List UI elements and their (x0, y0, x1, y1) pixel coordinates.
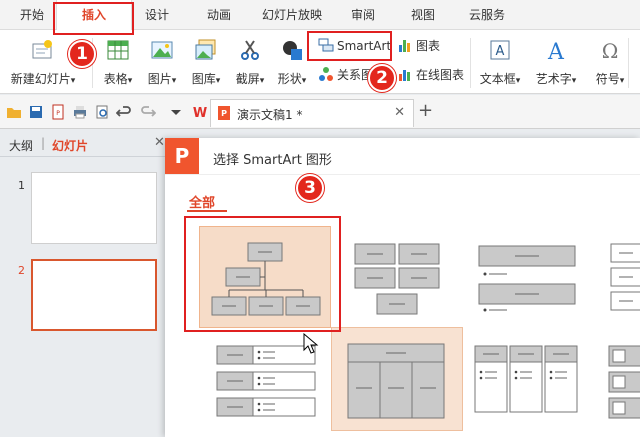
tab-home[interactable]: 开始 (10, 0, 54, 30)
dropdown-arrow-icon: ▾ (70, 76, 76, 86)
mouse-pointer-icon (303, 333, 319, 354)
table-label: 表格 (103, 72, 128, 86)
save-icon[interactable] (28, 104, 44, 120)
online-chart-icon (399, 70, 410, 81)
new-slide-icon (32, 40, 52, 59)
symbol-button[interactable]: Ω 符号▾ (590, 36, 630, 90)
smartart-checkbox-list[interactable] (607, 342, 640, 422)
svg-text:Ω: Ω (602, 39, 619, 62)
online-chart-label: 在线图表 (416, 68, 465, 82)
shapes-label: 形状 (277, 72, 302, 86)
column-list-thumbnail (474, 345, 578, 413)
svg-text:P: P (56, 110, 60, 117)
bar-chart-icon (399, 40, 410, 52)
dropdown-arrow-icon: ▾ (301, 76, 307, 86)
dropdown-arrow-icon: ▾ (571, 76, 577, 86)
slide-number: 1 (18, 179, 25, 192)
textbox-button[interactable]: A 文本框▾ (480, 36, 520, 90)
open-folder-icon[interactable] (6, 104, 22, 120)
print-icon[interactable] (72, 104, 88, 120)
shapes-icon (283, 41, 302, 60)
table-hierarchy-thumbnail (347, 343, 445, 419)
smartart-stacked-list[interactable] (475, 242, 579, 316)
screenshot-label: 截屏 (235, 72, 260, 86)
svg-text:A: A (547, 40, 565, 62)
textbox-icon: A (490, 40, 510, 60)
relation-diagram-button[interactable]: 关系图 (318, 64, 373, 86)
smartart-block-grid[interactable] (349, 238, 445, 318)
tab-review[interactable]: 审阅 (340, 0, 386, 30)
stacked-list-thumbnail (478, 245, 576, 312)
dropdown-arrow-icon: ▾ (515, 76, 521, 86)
tab-view[interactable]: 视图 (400, 0, 446, 30)
svg-text:A: A (496, 44, 505, 59)
annotation-frame-smartart (307, 31, 392, 61)
slide-thumbnail-selected[interactable] (31, 259, 157, 331)
gallery-icon (195, 39, 216, 60)
symbol-label: 符号 (595, 72, 620, 86)
new-slide-button[interactable]: 新建幻灯片▾ (11, 36, 75, 90)
wps-logo-icon[interactable]: W (192, 104, 208, 120)
export-pdf-icon[interactable]: P (50, 104, 66, 120)
picture-icon (151, 41, 173, 59)
print-preview-icon[interactable] (94, 104, 110, 120)
tab-cloud-service[interactable]: 云服务 (462, 0, 512, 30)
customize-dropdown-icon[interactable] (168, 104, 184, 120)
step-badge-3: 3 (296, 174, 324, 202)
shapes-button[interactable]: 形状▾ (272, 36, 312, 90)
slide-panel: 大纲 | 幻灯片 ✕ 1 2 (0, 130, 168, 437)
wordart-button[interactable]: A 艺术字▾ (535, 36, 577, 90)
document-tab-name: 演示文稿1 * (237, 108, 303, 122)
wps-presentation-logo-icon: P (165, 138, 199, 174)
wordart-icon: A (547, 40, 565, 62)
tab-design[interactable]: 设计 (134, 0, 180, 30)
svg-text:P: P (221, 109, 227, 118)
block-grid-thumbnail (354, 243, 440, 315)
scissors-icon (241, 40, 259, 60)
annotation-frame-insert-tab (53, 2, 134, 35)
svg-text:W: W (193, 106, 207, 120)
presentation-file-icon: P (218, 106, 230, 120)
online-chart-button[interactable]: 在线图表 (397, 64, 464, 86)
tab-slides[interactable]: 幻灯片 (52, 137, 88, 154)
new-slide-label: 新建幻灯片 (10, 72, 71, 86)
tab-animation[interactable]: 动画 (196, 0, 242, 30)
new-tab-icon[interactable]: + (418, 100, 433, 121)
undo-icon[interactable] (116, 104, 132, 120)
smartart-table-hierarchy[interactable] (331, 327, 463, 431)
slide-thumbnail[interactable] (31, 172, 157, 244)
checkbox-list-thumbnail (608, 345, 640, 419)
quick-access-bar: P W P 演示文稿1 * ✕ + (0, 95, 640, 129)
dropdown-arrow-icon: ▾ (619, 76, 625, 86)
relation-diagram-icon (319, 67, 333, 81)
wordart-label: 艺术字 (535, 72, 572, 86)
step-badge-1: 1 (68, 40, 96, 68)
omega-icon: Ω (602, 39, 619, 62)
redo-icon[interactable] (140, 104, 156, 120)
gallery-label: 图库 (191, 72, 216, 86)
document-tab[interactable]: P 演示文稿1 * ✕ (210, 99, 414, 127)
smartart-column-list[interactable] (473, 344, 581, 414)
table-icon (107, 40, 129, 60)
annotation-frame-org-chart (184, 216, 341, 332)
close-panel-icon[interactable]: ✕ (154, 135, 165, 150)
category-all[interactable]: 全部 (189, 192, 215, 211)
textbox-label: 文本框 (479, 72, 516, 86)
picture-label: 图片 (147, 72, 172, 86)
slide-number: 2 (18, 264, 25, 277)
chart-label: 图表 (416, 39, 441, 53)
close-tab-icon[interactable]: ✕ (394, 105, 405, 120)
smartart-vertical-list[interactable] (607, 238, 640, 318)
category-underline (187, 210, 227, 212)
tab-outline[interactable]: 大纲 (9, 137, 33, 154)
chart-button[interactable]: 图表 (397, 35, 440, 57)
step-badge-2: 2 (368, 64, 396, 92)
tab-slideshow[interactable]: 幻灯片放映 (256, 0, 328, 30)
dialog-title: 选择 SmartArt 图形 (213, 153, 332, 168)
vertical-list-thumbnail (610, 243, 640, 311)
